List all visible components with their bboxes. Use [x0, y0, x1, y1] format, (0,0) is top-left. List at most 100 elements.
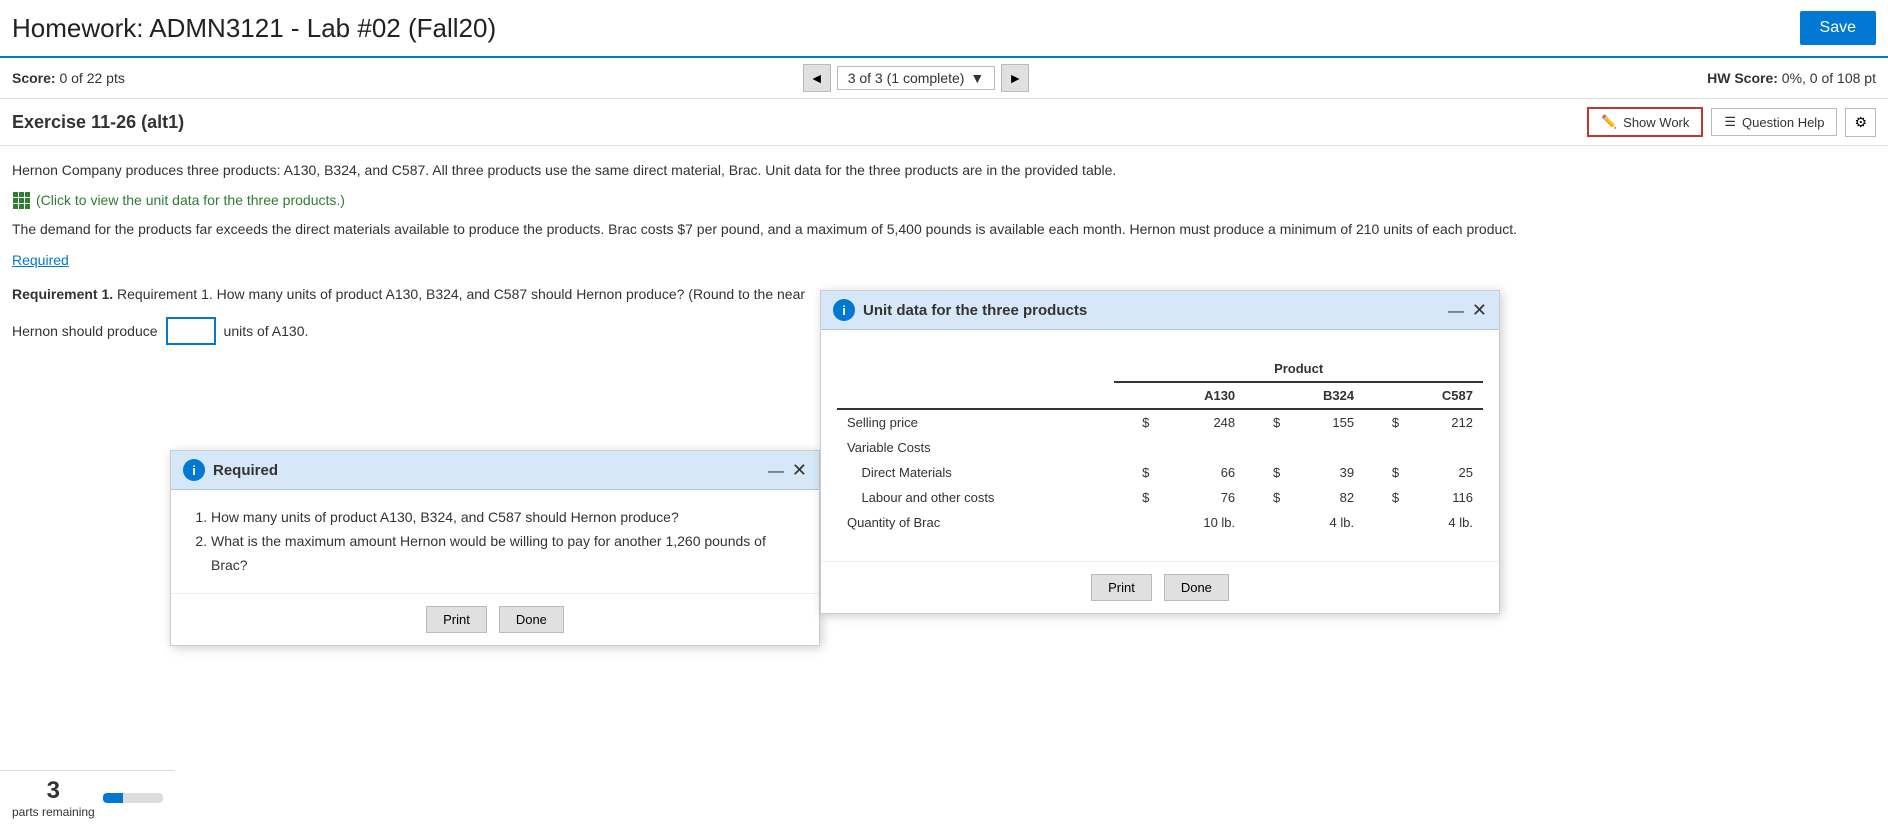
cell-c587-val: 25 [1409, 460, 1483, 485]
unit-modal-title: Unit data for the three products [863, 302, 1087, 319]
col-a130-header: A130 [1114, 382, 1245, 409]
bottom-bar: 3 parts remaining [0, 770, 175, 825]
cell-a130-val: 10 lb. [1159, 510, 1245, 535]
required-modal-close-button[interactable]: ✕ [792, 460, 807, 481]
info-icon: i [183, 459, 205, 481]
cell-a130-sym [1114, 510, 1159, 535]
cell-c587-val: 212 [1409, 409, 1483, 435]
info-icon-unit: i [833, 299, 855, 321]
list-item: How many units of product A130, B324, an… [211, 506, 799, 530]
table-row: Direct Materials $ 66 $ 39 $ 25 [837, 460, 1483, 485]
col-b324-header: B324 [1245, 382, 1364, 409]
table-row: Quantity of Brac 10 lb. 4 lb. 4 lb. [837, 510, 1483, 535]
score-label: Score: [12, 70, 56, 86]
product-group-header: Product [1114, 356, 1483, 382]
progress-bar [103, 793, 163, 803]
required-modal-title: Required [213, 462, 278, 479]
answer-prefix: Hernon should produce [12, 323, 158, 339]
question-nav: ◄ 3 of 3 (1 complete) ▼ ► [803, 64, 1030, 92]
cell-a130-sym: $ [1114, 460, 1159, 485]
unit-data-table: Product A130 B324 C587 Selling price $ 2… [837, 356, 1483, 535]
required-modal-controls: — ✕ [768, 460, 807, 481]
cell-b324-val: 155 [1290, 409, 1364, 435]
save-button[interactable]: Save [1800, 11, 1876, 45]
col-c587-header: C587 [1364, 382, 1483, 409]
unit-modal-title-row: i Unit data for the three products [833, 299, 1087, 321]
required-list: How many units of product A130, B324, an… [191, 506, 799, 577]
cell-b324-val: 39 [1290, 460, 1364, 485]
cell-a130-val: 248 [1159, 409, 1245, 435]
required-print-button[interactable]: Print [426, 606, 487, 633]
answer-input[interactable] [166, 317, 216, 345]
exercise-actions: ✏️ Show Work ☰ Question Help ⚙ [1587, 107, 1876, 137]
cell-a130-val [1159, 435, 1245, 460]
unit-print-button[interactable]: Print [1091, 574, 1152, 601]
exercise-header: Exercise 11-26 (alt1) ✏️ Show Work ☰ Que… [0, 99, 1888, 146]
unit-modal-close-button[interactable]: ✕ [1472, 300, 1487, 321]
intro-text: Hernon Company produces three products: … [12, 160, 1876, 181]
required-modal: i Required — ✕ How many units of product… [170, 450, 820, 646]
cell-a130-sym: $ [1114, 409, 1159, 435]
cell-b324-val [1290, 435, 1364, 460]
nav-label[interactable]: 3 of 3 (1 complete) ▼ [837, 66, 996, 90]
cell-a130-val: 66 [1159, 460, 1245, 485]
list-icon: ☰ [1724, 114, 1736, 130]
hw-score-label: HW Score: [1707, 70, 1778, 86]
row-label: Variable Costs [837, 435, 1114, 460]
answer-suffix: units of A130. [224, 323, 309, 339]
table-row: Labour and other costs $ 76 $ 82 $ 116 [837, 485, 1483, 510]
table-row: Variable Costs [837, 435, 1483, 460]
page-header: Homework: ADMN3121 - Lab #02 (Fall20) Sa… [0, 0, 1888, 58]
unit-table-container: Product A130 B324 C587 Selling price $ 2… [821, 330, 1499, 561]
unit-done-button[interactable]: Done [1164, 574, 1229, 601]
nav-prev-button[interactable]: ◄ [803, 64, 831, 92]
cell-c587-sym: $ [1364, 460, 1409, 485]
unit-modal-header: i Unit data for the three products — ✕ [821, 291, 1499, 330]
exercise-title: Exercise 11-26 (alt1) [12, 112, 184, 133]
row-label-header [837, 382, 1114, 409]
required-modal-minimize-button[interactable]: — [768, 463, 784, 481]
required-modal-actions: Print Done [171, 593, 819, 645]
row-label: Direct Materials [837, 460, 1114, 485]
parts-label: parts remaining [12, 805, 95, 819]
progress-fill [103, 793, 123, 803]
unit-table-body: Selling price $ 248 $ 155 $ 212 Variable… [837, 409, 1483, 535]
cell-b324-val: 4 lb. [1290, 510, 1364, 535]
settings-button[interactable]: ⚙ [1845, 108, 1876, 137]
required-link[interactable]: Required [12, 252, 1876, 268]
row-label: Quantity of Brac [837, 510, 1114, 535]
unit-data-modal: i Unit data for the three products — ✕ P… [820, 290, 1500, 614]
score-value: 0 of 22 pts [59, 70, 124, 86]
cell-c587-sym [1364, 435, 1409, 460]
hw-score-display: HW Score: 0%, 0 of 108 pt [1707, 70, 1876, 86]
cell-b324-sym: $ [1245, 409, 1290, 435]
cell-c587-sym: $ [1364, 409, 1409, 435]
cell-a130-sym [1114, 435, 1159, 460]
nav-next-button[interactable]: ► [1001, 64, 1029, 92]
cell-b324-val: 82 [1290, 485, 1364, 510]
cell-c587-val: 4 lb. [1409, 510, 1483, 535]
row-label: Selling price [837, 409, 1114, 435]
cell-b324-sym [1245, 510, 1290, 535]
grid-icon [12, 191, 30, 209]
show-work-button[interactable]: ✏️ Show Work [1587, 107, 1703, 137]
table-header-cols: A130 B324 C587 [837, 382, 1483, 409]
unit-modal-actions: Print Done [821, 561, 1499, 613]
unit-data-link[interactable]: (Click to view the unit data for the thr… [12, 191, 345, 209]
cell-b324-sym: $ [1245, 485, 1290, 510]
required-modal-title-row: i Required [183, 459, 278, 481]
unit-modal-minimize-button[interactable]: — [1448, 303, 1464, 321]
parts-num: 3 [47, 777, 60, 805]
cell-c587-sym: $ [1364, 485, 1409, 510]
question-help-button[interactable]: ☰ Question Help [1711, 108, 1837, 136]
cell-b324-sym [1245, 435, 1290, 460]
table-row: Selling price $ 248 $ 155 $ 212 [837, 409, 1483, 435]
cell-c587-sym [1364, 510, 1409, 535]
demand-text: The demand for the products far exceeds … [12, 219, 1876, 240]
cell-c587-val: 116 [1409, 485, 1483, 510]
score-display: Score: 0 of 22 pts [12, 70, 125, 86]
requirement-label: Requirement 1. [12, 286, 113, 302]
cell-b324-sym: $ [1245, 460, 1290, 485]
cell-c587-val [1409, 435, 1483, 460]
required-done-button[interactable]: Done [499, 606, 564, 633]
